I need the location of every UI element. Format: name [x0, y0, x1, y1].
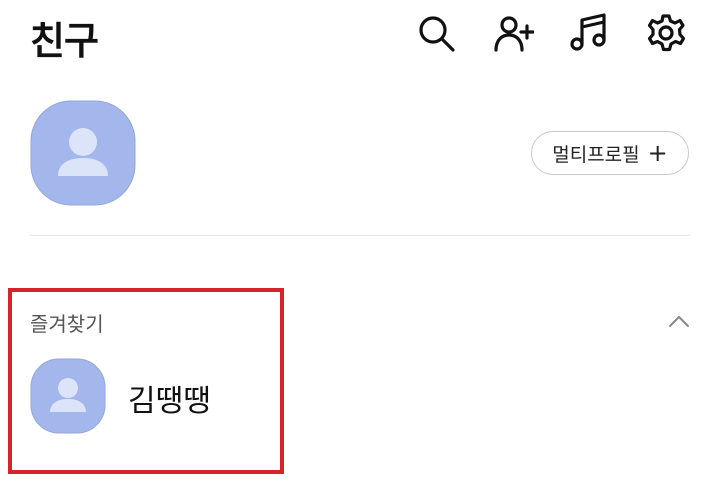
friend-name: 김땡땡: [128, 384, 211, 419]
plus-icon: +: [647, 139, 668, 167]
list-item[interactable]: 김땡땡: [30, 358, 280, 438]
multi-profile-button[interactable]: 멀티프로필 +: [531, 131, 689, 175]
divider: [30, 235, 690, 236]
my-profile-avatar[interactable]: [30, 100, 136, 206]
favorites-label: 즐겨찾기: [30, 312, 104, 336]
search-icon[interactable]: [415, 12, 457, 54]
page-title: 친구: [30, 19, 99, 63]
chevron-up-icon[interactable]: [664, 310, 694, 334]
multi-profile-label: 멀티프로필: [552, 143, 640, 166]
favorites-section: 즐겨찾기 김땡땡: [0, 262, 720, 484]
music-icon[interactable]: [568, 12, 610, 54]
avatar: [30, 358, 106, 434]
settings-icon[interactable]: [645, 12, 687, 54]
add-friend-icon[interactable]: [492, 12, 534, 54]
header: 친구: [0, 0, 720, 80]
